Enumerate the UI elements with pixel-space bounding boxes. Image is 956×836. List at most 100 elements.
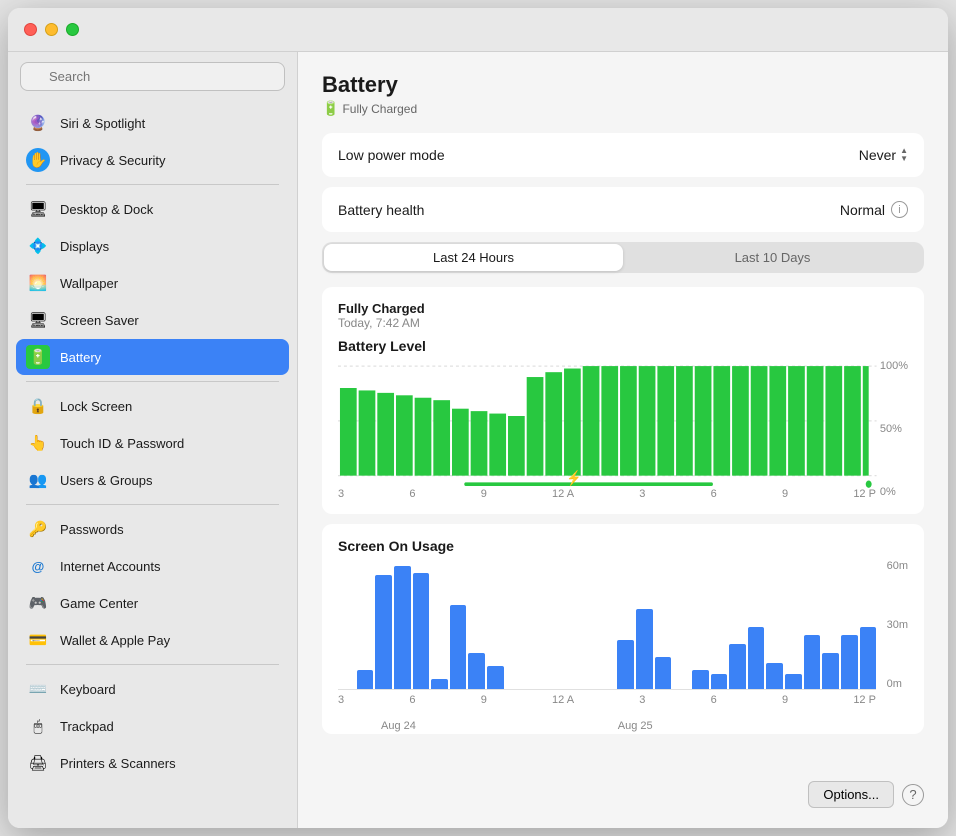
sidebar-item-lock-screen[interactable]: 🔒 Lock Screen — [16, 388, 289, 424]
sidebar-item-touch-id[interactable]: 👆 Touch ID & Password — [16, 425, 289, 461]
info-icon[interactable]: i — [891, 201, 908, 218]
time-tabs: Last 24 Hours Last 10 Days — [322, 242, 924, 273]
help-button[interactable]: ? — [902, 784, 924, 806]
date-aug25: Aug 25 — [618, 720, 653, 732]
sidebar-item-screen-saver[interactable]: 🖥 Screen Saver — [16, 302, 289, 338]
users-groups-icon: 👥 — [26, 468, 50, 492]
usage-y-30m: 30m — [887, 619, 908, 631]
battery-health-value-area: Normal i — [840, 201, 908, 218]
detail-subtitle: 🔋 Fully Charged — [322, 100, 924, 117]
usage-x-6p: 6 — [711, 694, 717, 706]
privacy-icon: ✋ — [26, 148, 50, 172]
usage-x-9p: 9 — [782, 694, 788, 706]
sidebar-item-label: Touch ID & Password — [60, 436, 184, 451]
low-power-mode-value[interactable]: Never ▲ ▼ — [859, 147, 908, 163]
sidebar-item-label: Wallet & Apple Pay — [60, 633, 170, 648]
low-power-mode-row: Low power mode Never ▲ ▼ — [322, 133, 924, 177]
sidebar-item-displays[interactable]: 💠 Displays — [16, 228, 289, 264]
sidebar-item-siri-spotlight[interactable]: 🔮 Siri & Spotlight — [16, 105, 289, 141]
game-center-icon: 🎮 — [26, 591, 50, 615]
usage-bar — [711, 674, 728, 689]
maximize-button[interactable] — [66, 23, 79, 36]
sidebar-item-passwords[interactable]: 🔑 Passwords — [16, 511, 289, 547]
usage-bar — [692, 670, 709, 689]
printers-scanners-icon: 🖨 — [26, 751, 50, 775]
sidebar-item-label: Battery — [60, 350, 101, 365]
battery-x-6a: 6 — [409, 488, 415, 500]
sidebar-item-label: Passwords — [60, 522, 124, 537]
battery-y-label-50: 50% — [880, 423, 908, 435]
sidebar-item-internet-accounts[interactable]: @ Internet Accounts — [16, 548, 289, 584]
usage-x-12p: 12 P — [853, 694, 876, 706]
close-button[interactable] — [24, 23, 37, 36]
lock-screen-icon: 🔒 — [26, 394, 50, 418]
usage-bar — [375, 575, 392, 689]
battery-health-row: Battery health Normal i — [322, 187, 924, 232]
bottom-bar: Options... ? — [322, 771, 924, 808]
battery-x-labels: 3 6 9 12 A 3 6 9 12 P — [338, 488, 876, 500]
battery-level-chart: ⚡ 100% 50% 0% 3 6 9 12 A 3 — [338, 360, 908, 500]
usage-bar — [487, 666, 504, 689]
usage-y-labels: 60m 30m 0m — [887, 560, 908, 690]
sidebar-items-list: 🔮 Siri & Spotlight ✋ Privacy & Security … — [8, 101, 297, 786]
options-button[interactable]: Options... — [808, 781, 894, 808]
usage-bar — [450, 605, 467, 689]
touch-id-icon: 👆 — [26, 431, 50, 455]
usage-bar — [748, 627, 765, 689]
sidebar-item-privacy-security[interactable]: ✋ Privacy & Security — [16, 142, 289, 178]
search-wrapper: 🔍 — [20, 62, 285, 91]
passwords-icon: 🔑 — [26, 517, 50, 541]
sidebar-item-label: Desktop & Dock — [60, 202, 153, 217]
main-content: 🔍 🔮 Siri & Spotlight ✋ Privacy & Securit… — [8, 52, 948, 828]
battery-x-6p: 6 — [711, 488, 717, 500]
tab-last-10-days[interactable]: Last 10 Days — [623, 244, 922, 271]
usage-x-3p: 3 — [639, 694, 645, 706]
sidebar-item-label: Printers & Scanners — [60, 756, 176, 771]
battery-y-labels: 100% 50% 0% — [880, 360, 908, 500]
tab-last-24-hours[interactable]: Last 24 Hours — [324, 244, 623, 271]
low-power-mode-label: Low power mode — [338, 147, 445, 163]
usage-bar — [431, 679, 448, 689]
usage-bar — [785, 674, 802, 689]
stepper-arrows[interactable]: ▲ ▼ — [900, 147, 908, 163]
usage-bar — [413, 573, 430, 689]
sidebar-item-keyboard[interactable]: ⌨️ Keyboard — [16, 671, 289, 707]
sidebar-item-battery[interactable]: 🔋 Battery — [16, 339, 289, 375]
sidebar-item-wallet-pay[interactable]: 💳 Wallet & Apple Pay — [16, 622, 289, 658]
sidebar-item-users-groups[interactable]: 👥 Users & Groups — [16, 462, 289, 498]
search-input[interactable] — [20, 62, 285, 91]
page-title: Battery — [322, 72, 924, 98]
low-power-mode-value-text: Never — [859, 147, 896, 163]
displays-icon: 💠 — [26, 234, 50, 258]
traffic-lights — [24, 23, 79, 36]
battery-full-icon: 🔋 — [322, 100, 339, 117]
date-aug24: Aug 24 — [381, 720, 416, 732]
usage-y-0m: 0m — [887, 678, 908, 690]
usage-bar — [357, 670, 374, 689]
wallpaper-icon: 🌅 — [26, 271, 50, 295]
charged-time: Today, 7:42 AM — [338, 316, 908, 330]
battery-health-label: Battery health — [338, 202, 424, 218]
sidebar-item-label: Siri & Spotlight — [60, 116, 145, 131]
battery-y-label-0: 0% — [880, 486, 908, 498]
screen-usage-chart-title: Screen On Usage — [338, 538, 908, 554]
minimize-button[interactable] — [45, 23, 58, 36]
sidebar-divider — [26, 381, 279, 382]
usage-x-labels: 3 6 9 12 A 3 6 9 12 P — [338, 694, 876, 706]
usage-x-9: 9 — [481, 694, 487, 706]
usage-x-12a: 12 A — [552, 694, 574, 706]
search-container: 🔍 — [8, 52, 297, 101]
internet-accounts-icon: @ — [26, 554, 50, 578]
sidebar-item-desktop-dock[interactable]: 🖥 Desktop & Dock — [16, 191, 289, 227]
usage-bar — [394, 566, 411, 689]
sidebar-item-trackpad[interactable]: 🖱 Trackpad — [16, 708, 289, 744]
sidebar-item-printers-scanners[interactable]: 🖨 Printers & Scanners — [16, 745, 289, 781]
sidebar-divider — [26, 664, 279, 665]
sidebar-item-game-center[interactable]: 🎮 Game Center — [16, 585, 289, 621]
sidebar-item-wallpaper[interactable]: 🌅 Wallpaper — [16, 265, 289, 301]
usage-bar — [617, 640, 634, 689]
usage-bar — [729, 644, 746, 689]
sidebar-item-label: Screen Saver — [60, 313, 139, 328]
sidebar-divider — [26, 184, 279, 185]
sidebar-item-label: Lock Screen — [60, 399, 132, 414]
